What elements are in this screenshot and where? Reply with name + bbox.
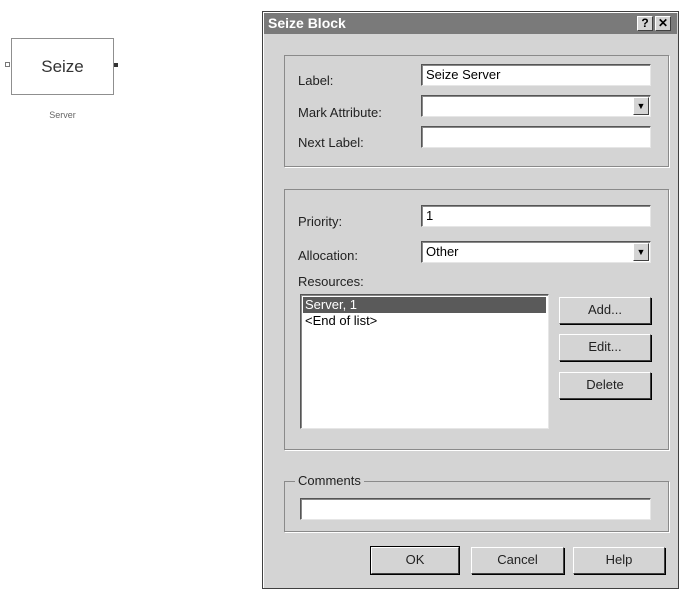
block-name: Seize bbox=[41, 56, 84, 76]
input-port[interactable] bbox=[5, 62, 10, 67]
output-port[interactable] bbox=[114, 63, 118, 67]
label-input[interactable]: Seize Server bbox=[421, 64, 651, 86]
next-label-label: Next Label: bbox=[298, 135, 364, 150]
ok-button[interactable]: OK bbox=[370, 546, 460, 575]
add-button[interactable]: Add... bbox=[559, 297, 651, 324]
label-label: Label: bbox=[298, 73, 334, 88]
mark-attribute-select[interactable]: ▼ bbox=[421, 95, 651, 117]
priority-input[interactable]: 1 bbox=[421, 205, 651, 227]
seize-block-node[interactable]: Seize bbox=[11, 38, 114, 95]
list-item[interactable]: Server, 1 bbox=[303, 297, 546, 313]
dialog-title: Seize Block bbox=[268, 15, 346, 31]
title-bar[interactable]: Seize Block ? ✕ bbox=[264, 13, 677, 34]
list-item[interactable]: <End of list> bbox=[303, 313, 546, 329]
chevron-down-icon[interactable]: ▼ bbox=[633, 97, 649, 115]
chevron-down-icon[interactable]: ▼ bbox=[633, 243, 649, 261]
allocation-select[interactable]: Other ▼ bbox=[421, 241, 651, 263]
delete-button[interactable]: Delete bbox=[559, 372, 651, 399]
block-caption: Server bbox=[49, 110, 76, 120]
title-help-button[interactable]: ? bbox=[637, 16, 653, 31]
title-close-button[interactable]: ✕ bbox=[655, 16, 671, 31]
seize-block-dialog: Seize Block ? ✕ Label: Seize Server Mark… bbox=[262, 11, 679, 589]
allocation-value: Other bbox=[426, 244, 459, 259]
next-label-input[interactable] bbox=[421, 126, 651, 148]
cancel-button[interactable]: Cancel bbox=[471, 547, 564, 574]
mark-attribute-label: Mark Attribute: bbox=[298, 105, 382, 120]
edit-button[interactable]: Edit... bbox=[559, 334, 651, 361]
help-button[interactable]: Help bbox=[573, 547, 665, 574]
comments-legend: Comments bbox=[295, 473, 364, 488]
priority-label: Priority: bbox=[298, 214, 343, 229]
resources-label: Resources: bbox=[298, 274, 364, 289]
allocation-label: Allocation: bbox=[298, 248, 358, 263]
resources-list[interactable]: Server, 1 <End of list> bbox=[300, 294, 549, 429]
comments-input[interactable] bbox=[300, 498, 651, 520]
